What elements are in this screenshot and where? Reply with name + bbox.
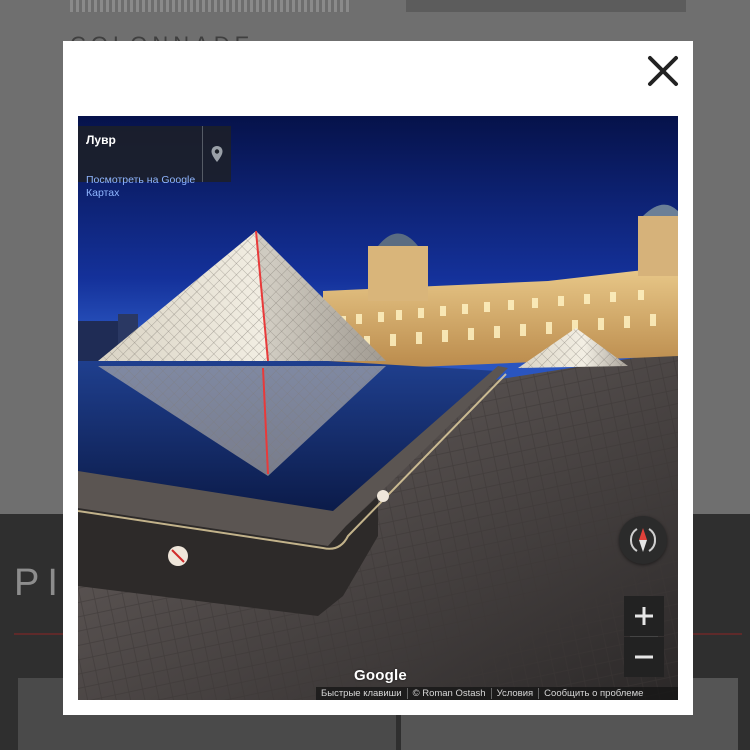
close-button[interactable] [645,53,681,89]
map-pin-icon [211,146,223,162]
lightbox-modal: Лувр Посмотреть на Google Картах Google … [63,41,693,715]
minus-icon [635,655,653,659]
streetview-panorama[interactable]: Лувр Посмотреть на Google Картах Google … [78,116,678,700]
compass-icon [630,528,656,552]
louvre-panorama-image [78,116,678,700]
gallery-thumbnail [70,0,350,12]
zoom-out-button[interactable] [624,637,664,677]
report-problem-link[interactable]: Сообщить о проблеме [539,687,648,700]
view-on-google-maps-link[interactable]: Посмотреть на Google Картах [86,174,204,200]
gallery-thumbnail [406,0,686,12]
keyboard-shortcuts-link[interactable]: Быстрые клавиши [316,687,407,700]
plus-icon [635,607,653,625]
attribution-bar: Быстрые клавиши © Roman Ostash Условия С… [316,687,678,700]
close-icon [648,56,678,86]
terms-link[interactable]: Условия [492,687,539,700]
place-title: Лувр [86,133,116,147]
zoom-in-button[interactable] [624,596,664,636]
copyright-text: © Roman Ostash [412,688,486,699]
google-logo: Google [354,667,407,684]
place-info-card: Лувр Посмотреть на Google Картах [78,126,231,199]
open-map-button[interactable] [203,126,231,182]
compass-control[interactable] [619,516,667,564]
